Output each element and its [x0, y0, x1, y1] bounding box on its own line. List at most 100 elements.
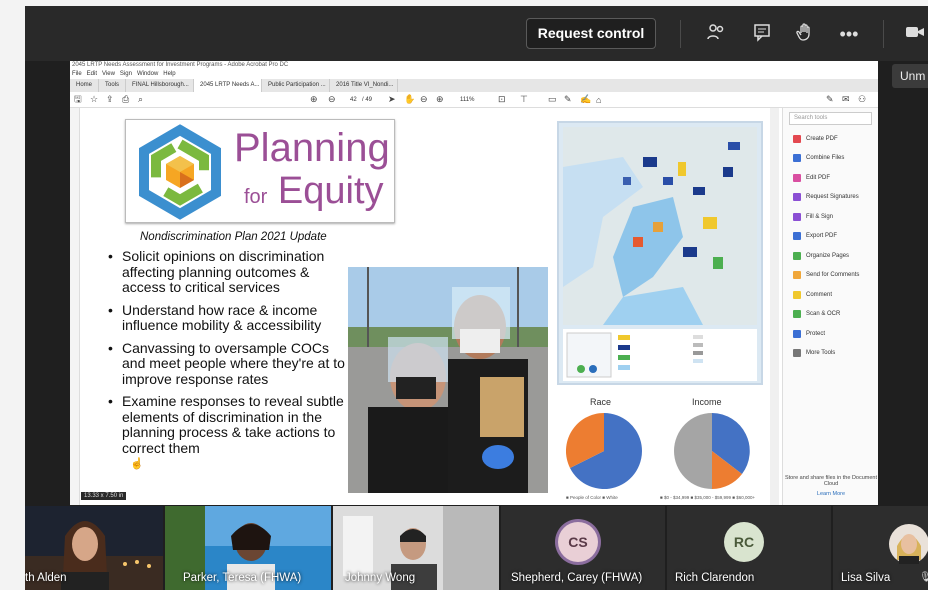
sign-icon[interactable]: ✍ — [580, 94, 591, 105]
tab-lrtp-needs[interactable]: 2045 LRTP Needs A... — [194, 79, 263, 92]
search-tools-input[interactable]: Search tools — [789, 112, 872, 125]
participant-strip: th Alden Parker, Teresa (FHWA) Johnny Wo… — [25, 506, 928, 590]
tool-label: Create PDF — [806, 135, 838, 142]
menu-sign[interactable]: Sign — [120, 70, 132, 79]
page-number-input[interactable]: 42 — [350, 97, 357, 103]
tab-tools[interactable]: Tools — [99, 79, 127, 92]
print-icon[interactable]: ⎙ — [122, 94, 129, 105]
edit-icon[interactable]: ✎ — [826, 94, 834, 105]
menu-help[interactable]: Help — [163, 70, 175, 79]
tooltip: Unm — [892, 64, 928, 88]
menu-window[interactable]: Window — [137, 70, 158, 79]
cloud-text: Store and share files in the Document Cl… — [784, 475, 878, 487]
more-icon[interactable]: ••• — [837, 22, 861, 46]
hand-tool-icon[interactable]: ✋ — [404, 94, 415, 105]
bookmark-star-icon[interactable]: ☆ — [90, 94, 98, 105]
prev-page-icon[interactable]: ⊕ — [310, 94, 318, 105]
income-slice-high — [674, 413, 712, 489]
menu-file[interactable]: File — [72, 70, 82, 79]
raise-hand-icon[interactable] — [793, 22, 817, 46]
mail-icon[interactable]: ✉ — [842, 94, 850, 105]
save-icon[interactable]: 🖫 — [74, 92, 82, 108]
tools-pane: Search tools Create PDF Combine Files Ed… — [782, 108, 878, 505]
participant-tile[interactable]: Lisa Silva 🎙 — [833, 506, 928, 590]
acrobat-toolbar: 🖫 ☆ ⇪ ⎙ ⌕ ⊕ ⊖ 42 / 49 ➤ ✋ ⊖ ⊕ 111% ⊡ ⊤ ▭… — [70, 92, 878, 108]
tool-organize-pages[interactable]: Organize Pages — [783, 246, 878, 266]
tab-title-vi[interactable]: 2016 Title VI_Nondi... — [330, 79, 399, 92]
map-legend — [563, 329, 757, 381]
tool-label: Combine Files — [806, 155, 845, 162]
meeting-toolbar: Request control ••• — [25, 6, 928, 61]
pdf-page: Planning for Equity Nondiscrimination Pl… — [82, 111, 770, 505]
edit-pdf-icon — [793, 173, 801, 182]
participant-tile[interactable]: RC Rich Clarendon — [667, 506, 831, 590]
search-icon[interactable]: ⌕ — [138, 94, 143, 105]
tool-request-signatures[interactable]: Request Signatures — [783, 188, 878, 208]
menu-bar: File Edit View Sign Window Help — [70, 70, 878, 79]
tool-comment[interactable]: Comment — [783, 285, 878, 305]
tool-more-tools[interactable]: More Tools — [783, 344, 878, 364]
teams-meeting-window: Request control ••• 2045 LRTP Needs Asse… — [25, 6, 928, 590]
tool-fill-sign[interactable]: Fill & Sign — [783, 207, 878, 227]
bullet-list: Solicit opinions on discrimination affec… — [104, 248, 354, 463]
toolbar-divider — [883, 20, 884, 48]
tool-scan-ocr[interactable]: Scan & OCR — [783, 305, 878, 325]
race-pie-chart — [565, 413, 642, 489]
bullet-item: Solicit opinions on discrimination affec… — [104, 248, 354, 296]
logo-equity-text: Equity — [277, 170, 384, 212]
hand-cursor-icon: ☝ — [130, 458, 144, 470]
upload-icon[interactable]: ⇪ — [106, 94, 114, 105]
participant-name: Johnny Wong — [345, 572, 416, 584]
fit-page-icon[interactable]: ⊡ — [498, 94, 506, 105]
income-chart-title: Income — [692, 397, 722, 407]
participant-name: th Alden — [25, 572, 67, 584]
request-control-button[interactable]: Request control — [526, 18, 656, 49]
bullet-item: Canvassing to oversample COCs and meet p… — [104, 340, 354, 388]
vertical-scrollbar[interactable] — [770, 108, 779, 505]
share-icon[interactable]: ⚇ — [858, 94, 866, 105]
tool-label: Edit PDF — [806, 174, 831, 181]
logo-planning-text: Planning — [234, 126, 390, 170]
tool-export-pdf[interactable]: Export PDF — [783, 227, 878, 247]
mic-off-icon: 🎙 — [919, 572, 928, 583]
select-cursor-icon[interactable]: ➤ — [388, 94, 396, 105]
zoom-in-icon[interactable]: ⊕ — [436, 94, 444, 105]
participant-name: Lisa Silva — [841, 572, 891, 584]
zoom-level[interactable]: 111% — [460, 97, 474, 103]
people-icon[interactable] — [704, 22, 728, 46]
left-nav-collapse[interactable] — [70, 108, 80, 505]
tool-combine-files[interactable]: Combine Files — [783, 149, 878, 169]
race-legend: ■ People of Color ■ White — [566, 495, 618, 500]
participant-tile[interactable]: Johnny Wong — [333, 506, 499, 590]
participant-tile[interactable]: th Alden — [25, 506, 163, 590]
highlight-icon[interactable]: ✎ — [564, 94, 572, 105]
tool-send-for-comments[interactable]: Send for Comments — [783, 266, 878, 286]
participant-tile[interactable]: Parker, Teresa (FHWA) — [165, 506, 331, 590]
participant-tile[interactable]: CS Shepherd, Carey (FHWA) — [501, 506, 665, 590]
tool-protect[interactable]: Protect — [783, 324, 878, 344]
learn-more-link[interactable]: Learn More — [783, 491, 879, 497]
slide-subtitle: Nondiscrimination Plan 2021 Update — [140, 231, 327, 243]
create-pdf-icon — [793, 134, 801, 143]
page-total: / 49 — [362, 97, 373, 103]
avatar: CS — [558, 522, 598, 562]
comment-icon[interactable]: ▭ — [548, 94, 557, 105]
tool-create-pdf[interactable]: Create PDF — [783, 129, 878, 149]
scroll-mode-icon[interactable]: ⊤ — [520, 94, 528, 105]
chat-icon[interactable] — [750, 22, 774, 46]
menu-edit[interactable]: Edit — [87, 70, 97, 79]
income-pie-chart — [674, 413, 750, 489]
tab-public-participation[interactable]: Public Participation ... — [262, 79, 331, 92]
zoom-out-icon[interactable]: ⊖ — [420, 94, 428, 105]
tool-edit-pdf[interactable]: Edit PDF — [783, 168, 878, 188]
menu-view[interactable]: View — [102, 70, 115, 79]
tab-final-hillsborough[interactable]: FINAL Hillsborough... — [126, 79, 195, 92]
tab-home[interactable]: Home — [70, 79, 100, 92]
comment-icon — [793, 290, 801, 299]
document-tabs: Home Tools FINAL Hillsborough... 2045 LR… — [70, 79, 878, 92]
stamp-icon[interactable]: ⌂ — [596, 95, 601, 105]
equity-hexagon-icon — [139, 124, 221, 220]
camera-icon[interactable] — [903, 22, 927, 46]
next-page-icon[interactable]: ⊖ — [328, 94, 336, 105]
toolbar-divider — [680, 20, 681, 48]
